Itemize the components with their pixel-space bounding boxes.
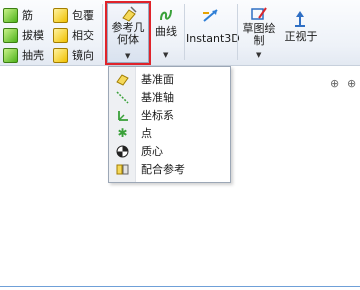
intersect-icon — [53, 27, 68, 43]
menu-item-point[interactable]: ✱ 点 — [109, 124, 230, 142]
divider — [184, 4, 185, 60]
mirror-icon — [53, 47, 68, 63]
normal-to-label: 正视于 — [284, 30, 318, 43]
menu-item-plane[interactable]: 基准面 — [109, 70, 230, 88]
curves-label: 曲线 — [155, 25, 177, 38]
viewport-edge — [0, 286, 360, 287]
menu-item-label: 坐标系 — [141, 109, 174, 122]
menu-item-axis[interactable]: 基准轴 — [109, 88, 230, 106]
reference-geometry-menu: 基准面 基准轴 坐标系 ✱ 点 质心 配合参考 — [108, 66, 231, 183]
rib-button[interactable]: 筋 — [3, 6, 33, 24]
menu-item-label: 质心 — [141, 145, 163, 158]
menu-item-coordinate-system[interactable]: 坐标系 — [109, 106, 230, 124]
shell-button[interactable]: 抽壳 — [3, 46, 44, 64]
menu-item-mate-reference[interactable]: 配合参考 — [109, 160, 230, 178]
instant3d-label: Instant3D — [186, 32, 240, 45]
normal-to-button[interactable]: 正视于 — [281, 3, 321, 63]
curves-icon — [160, 9, 172, 21]
curves-button[interactable]: 曲线 ▼ — [152, 3, 180, 63]
chevron-down-icon: ▼ — [163, 51, 169, 59]
rib-icon — [3, 7, 18, 23]
coordinate-system-icon — [118, 110, 128, 121]
instant3d-icon — [203, 9, 218, 22]
normal-to-icon — [295, 11, 305, 27]
plane-icon — [116, 73, 129, 86]
intersect-button[interactable]: 相交 — [53, 26, 94, 44]
sketch-icon — [251, 7, 267, 20]
point-icon: ✱ — [117, 125, 128, 140]
wrap-label: 包覆 — [72, 9, 94, 22]
menu-item-center-of-mass[interactable]: 质心 — [109, 142, 230, 160]
instant3d-button[interactable]: Instant3D — [186, 3, 240, 63]
menu-item-label: 基准面 — [141, 73, 174, 86]
divider — [237, 4, 238, 60]
draft-button[interactable]: 拔模 — [3, 26, 44, 44]
zoom-icon[interactable]: ⊕ — [330, 77, 339, 90]
shell-label: 抽壳 — [22, 49, 44, 62]
sketch-label: 草图绘 制 — [242, 22, 276, 47]
divider — [102, 4, 103, 60]
mirror-button[interactable]: 镜向 — [53, 46, 94, 64]
wrap-icon — [53, 7, 68, 23]
axis-icon — [116, 90, 129, 104]
chevron-down-icon: ▼ — [256, 51, 262, 59]
mirror-label: 镜向 — [72, 49, 94, 62]
reference-geometry-button[interactable]: 参考几 何体 ▼ — [105, 1, 151, 65]
command-ribbon: 筋 拔模 抽壳 包覆 相交 镜向 参考几 何体 ▼ 曲线 ▼ Instant3D… — [0, 0, 360, 66]
center-of-mass-icon — [116, 145, 129, 157]
draft-icon — [3, 27, 18, 43]
menu-item-label: 点 — [141, 127, 152, 140]
reference-geometry-label: 参考几 何体 — [111, 21, 145, 46]
menu-item-label: 配合参考 — [141, 163, 185, 176]
chevron-down-icon: ▼ — [125, 52, 131, 60]
intersect-label: 相交 — [72, 29, 94, 42]
mate-reference-icon — [116, 164, 129, 174]
wrap-button[interactable]: 包覆 — [53, 6, 94, 24]
zoom-area-icon[interactable]: ⊕ — [347, 77, 356, 90]
rib-label: 筋 — [22, 9, 33, 22]
sketch-button[interactable]: 草图绘 制 ▼ — [239, 3, 279, 63]
shell-icon — [3, 47, 18, 63]
draft-label: 拔模 — [22, 29, 44, 42]
menu-item-label: 基准轴 — [141, 91, 174, 104]
reference-geometry-icon — [122, 6, 137, 22]
